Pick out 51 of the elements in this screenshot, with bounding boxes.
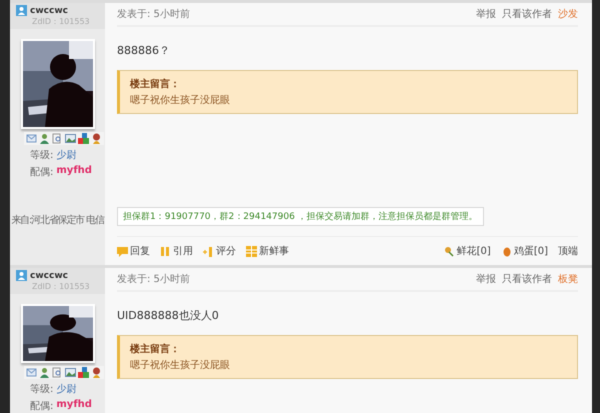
spouse-link[interactable]: myfhd	[56, 165, 92, 179]
plus-one-icon	[203, 246, 214, 256]
report-link[interactable]: 举报	[476, 7, 496, 21]
post-body: UID888888也没人0	[117, 308, 220, 323]
egg-icon	[500, 246, 512, 256]
user-icon[interactable]	[39, 367, 50, 378]
search-icon[interactable]	[52, 367, 63, 378]
user-icon	[16, 5, 27, 16]
level-label: 等级:	[30, 149, 54, 162]
author-only-link[interactable]: 只看该作者	[502, 7, 552, 21]
level-label: 等级:	[30, 383, 54, 396]
note-text: 嗯子祝你生孩子没屁眼	[130, 358, 231, 372]
image-icon[interactable]	[65, 133, 76, 144]
author-only-link[interactable]: 只看该作者	[502, 272, 552, 286]
user-id: ZdID：101553	[31, 281, 91, 292]
mail-icon[interactable]	[26, 133, 37, 144]
username[interactable]: cwccwc	[30, 6, 68, 16]
spouse-label: 配偶:	[30, 166, 54, 179]
post-action[interactable]: 引用	[160, 244, 193, 258]
image-icon[interactable]	[65, 367, 76, 378]
level-value: 少尉	[56, 382, 76, 396]
spouse-label: 配偶:	[30, 400, 54, 413]
comment-icon	[117, 246, 128, 256]
figure-icon[interactable]	[91, 367, 102, 378]
post-action[interactable]: 回复	[117, 244, 150, 258]
post-time: 发表于: 5小时前	[117, 272, 190, 286]
note-title: 楼主留言：	[130, 342, 181, 356]
post-body: 888886？	[117, 43, 171, 58]
blocks-icon[interactable]	[78, 367, 89, 378]
user-id: ZdID：101553	[31, 16, 91, 27]
blocks-icon[interactable]	[78, 133, 89, 144]
notice-banner: 担保群1：91907770，群2：294147906 ，担保交易请加群，注意担保员都是群管理。	[117, 207, 484, 226]
level-value: 少尉	[56, 148, 76, 162]
post-action[interactable]: 评分	[203, 244, 236, 258]
post-action[interactable]: 新鲜事	[246, 244, 289, 258]
post-time: 发表于: 5小时前	[117, 8, 190, 21]
note-text: 嗯子祝你生孩子没屁眼	[130, 94, 231, 107]
egg-link[interactable]: 鸡蛋[0]	[500, 244, 548, 258]
user-icon	[16, 270, 27, 281]
note-title: 楼主留言：	[130, 77, 181, 91]
report-link[interactable]: 举报	[476, 272, 496, 286]
search-icon[interactable]	[52, 133, 63, 144]
user-icon[interactable]	[39, 133, 50, 144]
flower-link[interactable]: 鲜花[0]	[444, 244, 491, 258]
mail-icon[interactable]	[26, 367, 37, 378]
spouse-link[interactable]: myfhd	[56, 399, 92, 413]
top-link[interactable]: 顶端	[558, 244, 578, 258]
location-text: 来自:河北省保定市 电信	[11, 214, 104, 227]
username[interactable]: cwccwc	[30, 270, 68, 280]
grid-icon	[246, 246, 257, 256]
figure-icon[interactable]	[91, 133, 102, 144]
